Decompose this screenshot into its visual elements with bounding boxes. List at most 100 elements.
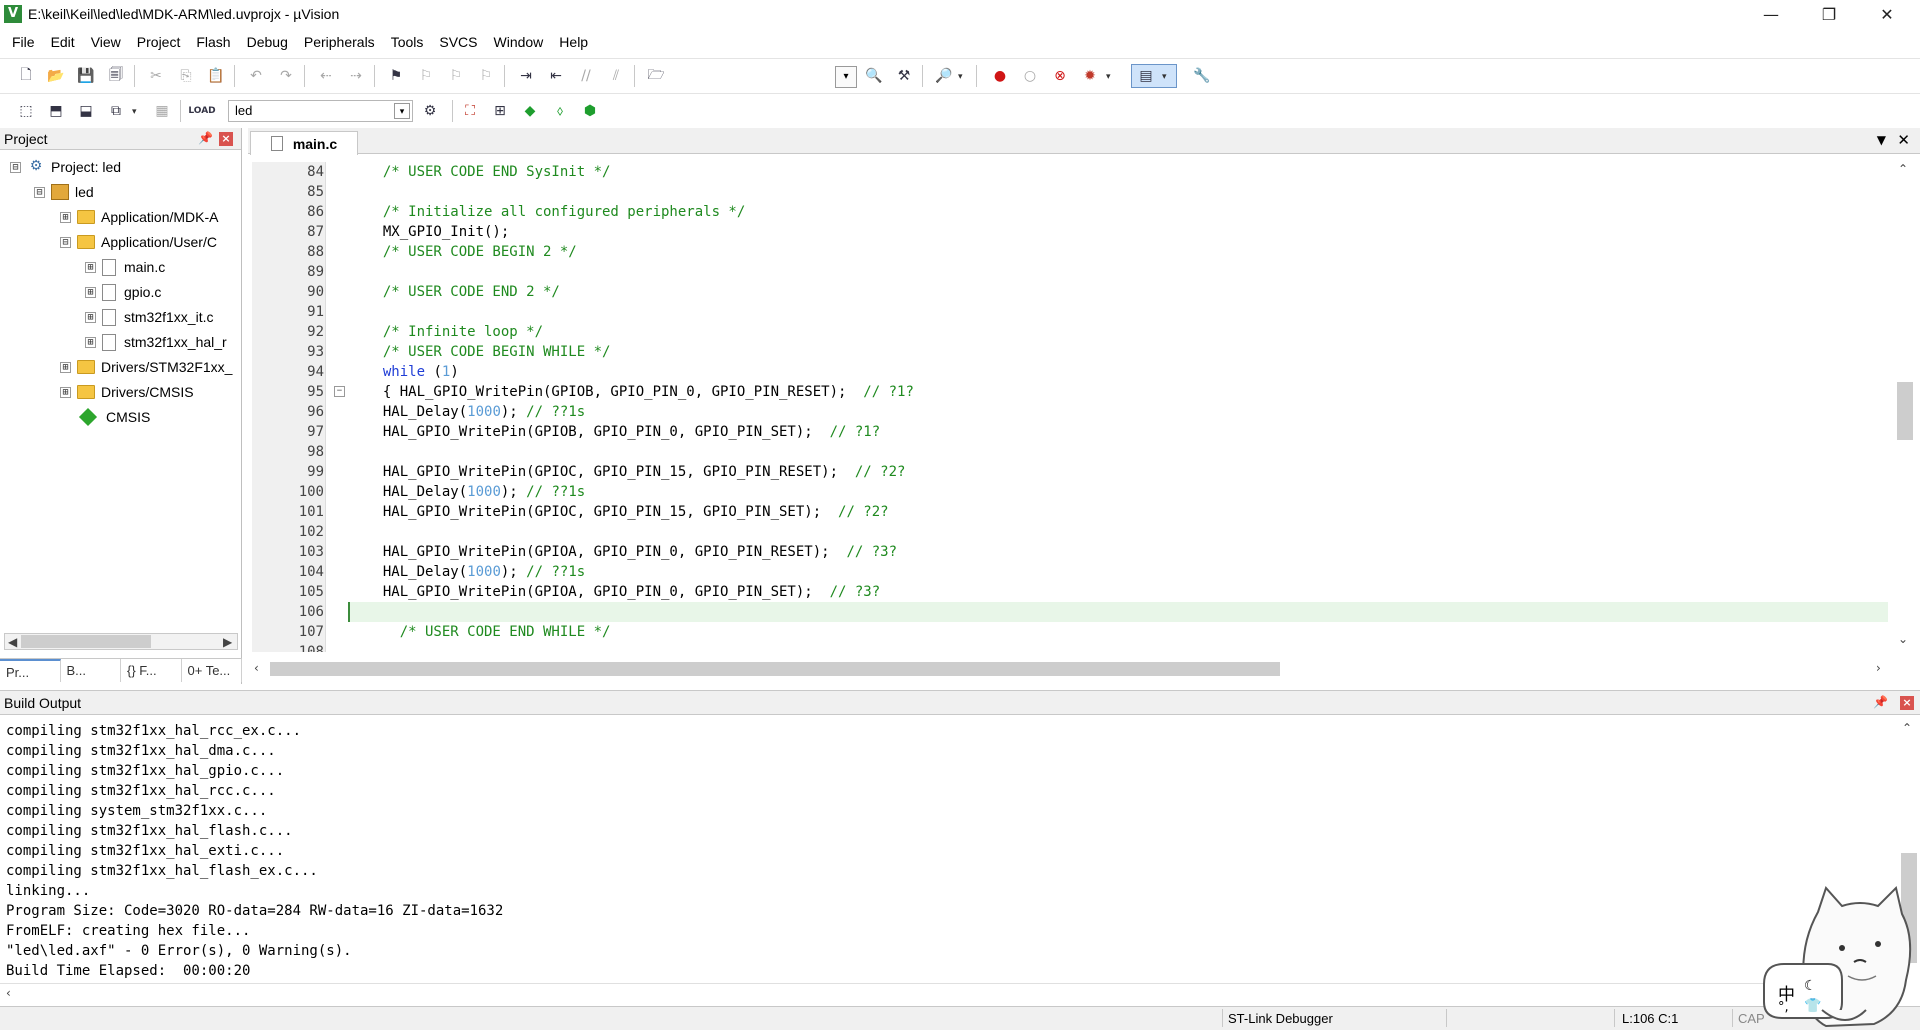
expand-icon[interactable]: ⊞ xyxy=(60,211,71,223)
close-window-button[interactable]: ✕ xyxy=(1858,0,1916,28)
expand-icon[interactable]: ⊞ xyxy=(85,261,96,273)
manage-runtime-icon[interactable]: ⊞ xyxy=(490,101,510,121)
menu-tools[interactable]: Tools xyxy=(383,30,432,54)
collapse-icon[interactable]: ⊟ xyxy=(34,186,45,198)
cut-icon[interactable]: ✂ xyxy=(146,66,166,86)
tab-list-dropdown-icon[interactable]: ▼ xyxy=(1877,133,1886,147)
tab-project[interactable]: Pr... xyxy=(0,659,61,682)
find-replace-icon[interactable]: ⚒ xyxy=(894,66,914,86)
menu-edit[interactable]: Edit xyxy=(43,30,83,54)
tab-books[interactable]: B... xyxy=(61,659,121,682)
find-in-files-icon[interactable]: 🗁 xyxy=(646,66,666,86)
undo-icon[interactable]: ↶ xyxy=(246,66,266,86)
scroll-up-icon[interactable]: ⌃ xyxy=(1902,721,1912,735)
tree-item-file[interactable]: ⊞ stm32f1xx_hal_r xyxy=(85,331,227,353)
runtime-environment-icon[interactable]: ⬢ xyxy=(580,101,600,121)
close-icon[interactable]: × xyxy=(219,132,233,146)
breakpoint-insert-icon[interactable]: ● xyxy=(990,66,1010,86)
collapse-icon[interactable]: ⊟ xyxy=(10,161,21,173)
rebuild-icon[interactable]: ⬓ xyxy=(76,101,96,121)
scroll-down-icon[interactable]: ⌄ xyxy=(1898,632,1908,646)
expand-icon[interactable]: ⊞ xyxy=(60,361,71,373)
scrollbar-thumb[interactable] xyxy=(270,662,1280,676)
navigate-back-icon[interactable]: ⇠ xyxy=(316,66,336,86)
editor-vertical-scrollbar[interactable]: ⌃ ⌄ xyxy=(1894,162,1914,652)
window-layout-button[interactable]: ▤ ▾ xyxy=(1131,64,1177,88)
tab-templates[interactable]: 0+ Te... xyxy=(182,659,242,682)
save-icon[interactable]: 💾 xyxy=(76,66,96,86)
bookmark-prev-icon[interactable]: ⚐ xyxy=(416,66,436,86)
ime-mascot-widget[interactable]: 中 ☾ °, 👕 xyxy=(1756,884,1920,1030)
new-file-icon[interactable]: 🗋 xyxy=(16,66,36,86)
configure-wrench-icon[interactable]: 🔧 xyxy=(1192,66,1212,86)
pack-installer-icon[interactable]: ◆ xyxy=(520,101,540,121)
tree-item-file[interactable]: ⊞ gpio.c xyxy=(85,281,161,303)
comment-icon[interactable]: // xyxy=(576,66,596,86)
copy-icon[interactable]: ⎘ xyxy=(176,66,196,86)
translate-icon[interactable]: ⬚ xyxy=(16,101,36,121)
chevron-down-icon[interactable]: ▾ xyxy=(1106,71,1111,82)
close-tab-icon[interactable]: ✕ xyxy=(1897,131,1910,149)
menu-file[interactable]: File xyxy=(4,30,43,54)
code-text-area[interactable]: 84 /* USER CODE END SysInit */ 85 86 /* … xyxy=(248,162,1888,652)
select-software-packs-icon[interactable]: ⬨ xyxy=(550,101,570,121)
restore-button[interactable]: ❐ xyxy=(1800,0,1858,28)
manage-project-items-icon[interactable]: ⛶ xyxy=(460,101,480,121)
incremental-find-icon[interactable]: 🔍 xyxy=(864,66,884,86)
tab-main-c[interactable]: main.c xyxy=(250,131,358,155)
build-horizontal-scrollbar[interactable]: ‹ xyxy=(0,983,1898,1003)
tree-item-group[interactable]: ⊟ Application/User/C xyxy=(60,231,217,253)
bookmark-toggle-icon[interactable]: ⚑ xyxy=(386,66,406,86)
batch-build-icon[interactable]: ⧉ xyxy=(106,101,126,121)
expand-icon[interactable]: ⊞ xyxy=(85,336,96,348)
breakpoint-disable-icon[interactable]: ○ xyxy=(1020,66,1040,86)
paste-icon[interactable]: 📋 xyxy=(206,66,226,86)
build-output-text[interactable]: compiling stm32f1xx_hal_rcc_ex.c... comp… xyxy=(6,721,503,981)
menu-svcs[interactable]: SVCS xyxy=(431,30,485,54)
pin-icon[interactable]: 📌 xyxy=(1873,695,1888,709)
expand-icon[interactable]: ⊞ xyxy=(60,386,71,398)
tree-item-component[interactable]: CMSIS xyxy=(78,406,150,428)
close-icon[interactable]: × xyxy=(1900,696,1914,710)
unindent-icon[interactable]: ⇤ xyxy=(546,66,566,86)
scrollbar-thumb[interactable] xyxy=(21,635,151,648)
breakpoint-kill-all-icon[interactable]: ✹ xyxy=(1080,66,1100,86)
editor-horizontal-scrollbar[interactable]: ‹ › xyxy=(248,658,1894,678)
menu-flash[interactable]: Flash xyxy=(188,30,238,54)
scroll-left-icon[interactable]: ‹ xyxy=(254,661,259,675)
stop-build-icon[interactable]: ▦ xyxy=(152,101,172,121)
build-icon[interactable]: ⬒ xyxy=(46,101,66,121)
tree-item-file[interactable]: ⊞ main.c xyxy=(85,256,165,278)
minimize-button[interactable]: — xyxy=(1742,0,1800,28)
tree-item-group[interactable]: ⊞ Drivers/STM32F1xx_ xyxy=(60,356,232,378)
menu-window[interactable]: Window xyxy=(486,30,552,54)
indent-icon[interactable]: ⇥ xyxy=(516,66,536,86)
debug-session-icon[interactable]: 🔎 xyxy=(934,66,954,86)
scrollbar-thumb[interactable] xyxy=(1897,382,1913,440)
tab-functions[interactable]: {} F... xyxy=(121,659,182,682)
tree-item-target[interactable]: ⊟ led xyxy=(34,181,94,203)
project-horizontal-scrollbar[interactable]: ◀ ▶ xyxy=(4,633,238,650)
save-all-icon[interactable]: 🗐 xyxy=(106,66,126,86)
pin-icon[interactable]: 📌 xyxy=(198,131,213,145)
navigate-forward-icon[interactable]: ⇢ xyxy=(346,66,366,86)
find-dropdown[interactable]: ▾ xyxy=(835,66,857,88)
menu-view[interactable]: View xyxy=(83,30,129,54)
redo-icon[interactable]: ↷ xyxy=(276,66,296,86)
uncomment-icon[interactable]: ⫽ xyxy=(606,66,626,86)
collapse-icon[interactable]: ⊟ xyxy=(60,236,71,248)
menu-peripherals[interactable]: Peripherals xyxy=(296,30,383,54)
scroll-right-icon[interactable]: ▶ xyxy=(223,635,232,649)
menu-project[interactable]: Project xyxy=(129,30,189,54)
chevron-down-icon[interactable]: ▾ xyxy=(132,106,137,117)
load-flash-icon[interactable]: LOAD xyxy=(188,101,215,121)
scroll-left-icon[interactable]: ‹ xyxy=(6,986,11,1000)
expand-icon[interactable]: ⊞ xyxy=(85,286,96,298)
fold-collapse-icon[interactable]: − xyxy=(334,386,345,397)
expand-icon[interactable]: ⊞ xyxy=(85,311,96,323)
scroll-up-icon[interactable]: ⌃ xyxy=(1898,162,1908,176)
menu-debug[interactable]: Debug xyxy=(239,30,296,54)
tree-item-group[interactable]: ⊞ Application/MDK-A xyxy=(60,206,219,228)
scroll-left-icon[interactable]: ◀ xyxy=(8,635,17,649)
target-select[interactable]: led ▾ xyxy=(228,100,413,122)
